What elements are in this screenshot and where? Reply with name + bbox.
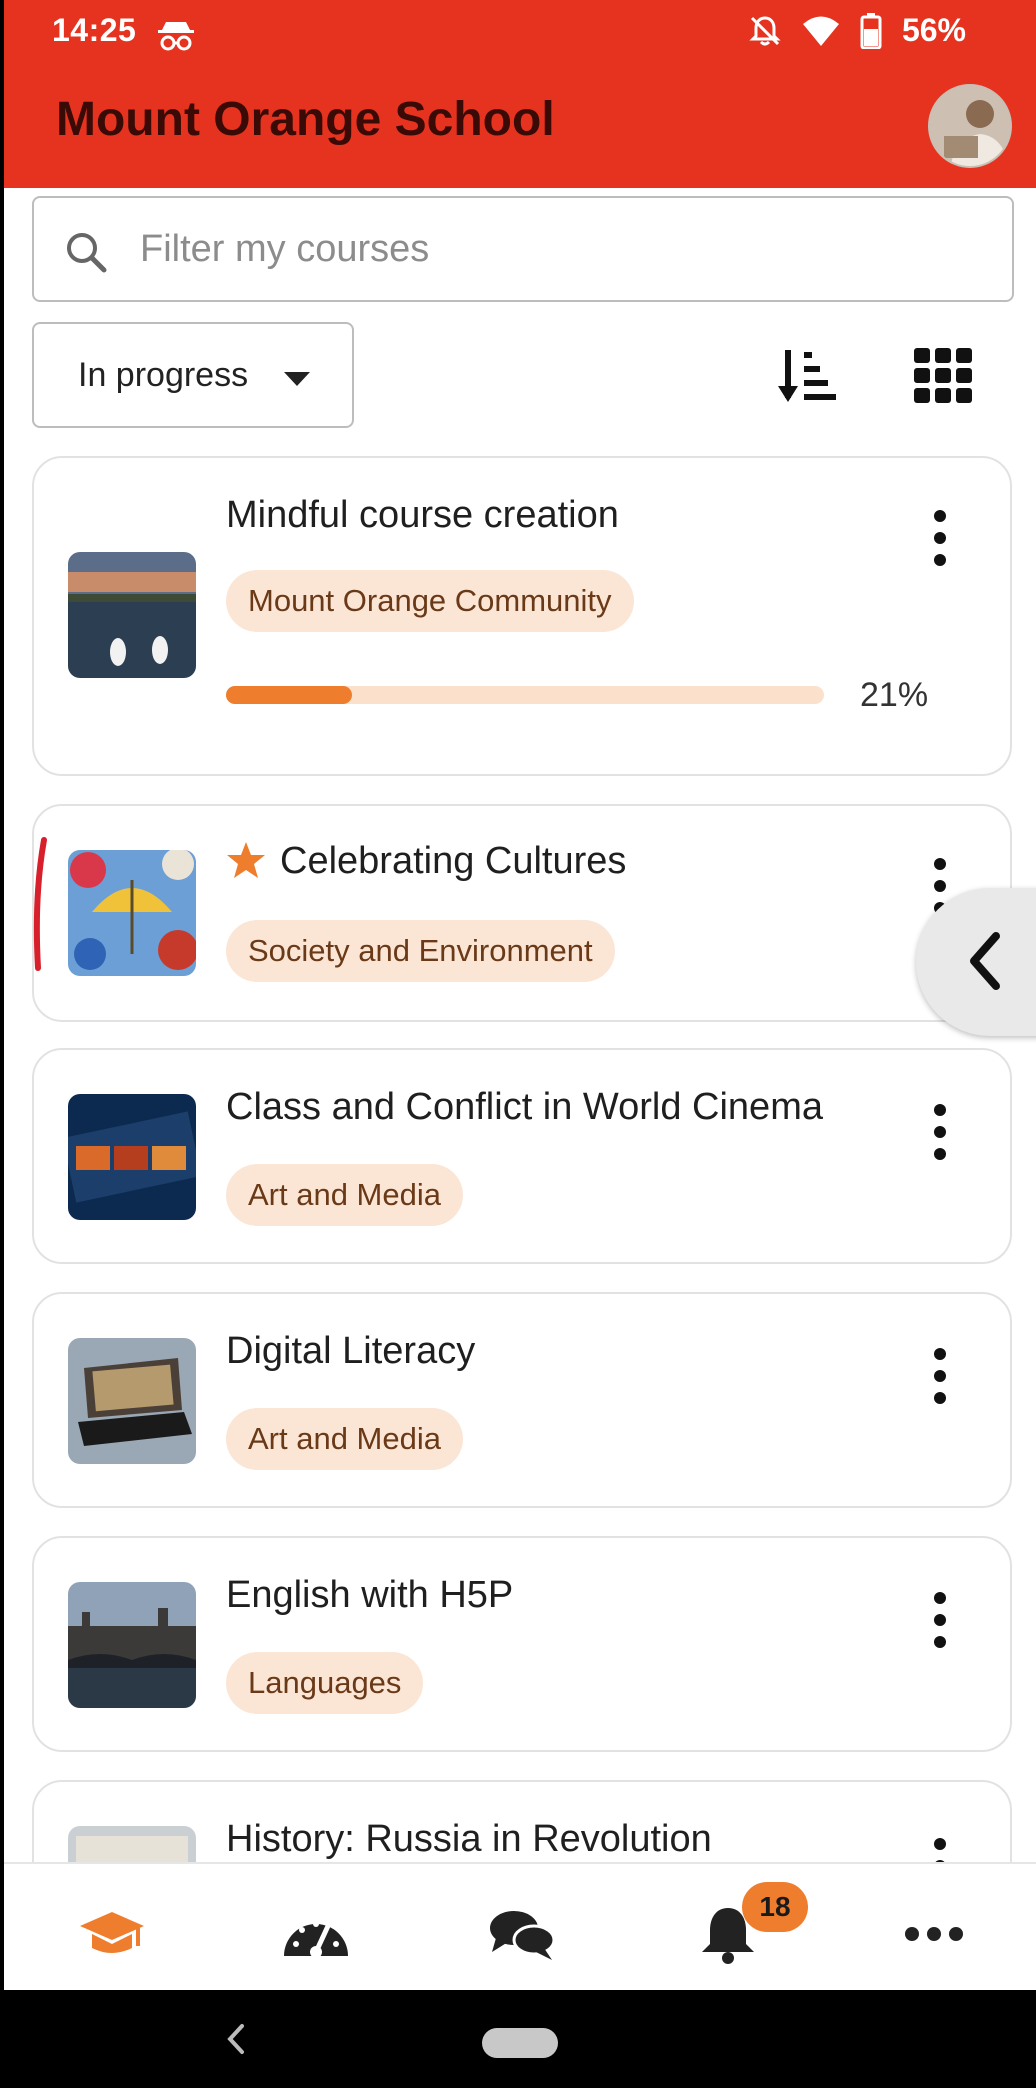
chevron-down-icon <box>284 372 310 386</box>
course-filter-select[interactable]: In progress <box>32 322 354 428</box>
course-card[interactable]: Class and Conflict in World Cinema Art a… <box>32 1048 1012 1264</box>
course-title[interactable]: History: Russia in Revolution <box>226 1818 712 1861</box>
course-image <box>68 1094 196 1220</box>
course-card[interactable]: Digital Literacy Art and Media <box>32 1292 1012 1508</box>
course-category-badge: Languages <box>226 1652 424 1714</box>
bottom-navigation: 18 <box>4 1862 1036 1990</box>
sort-icon[interactable] <box>778 344 842 408</box>
course-category-badge: Art and Media <box>226 1164 463 1226</box>
course-image <box>68 1338 196 1464</box>
app-screen: 14:25 56% Mount Orange School Filter my … <box>4 0 1036 2088</box>
battery-icon <box>860 12 882 49</box>
annotation-mark <box>33 837 47 971</box>
wifi-icon <box>802 16 839 46</box>
course-image <box>68 850 196 976</box>
system-navigation-bar <box>4 1990 1036 2088</box>
battery-level: 56% <box>901 12 966 48</box>
course-title[interactable]: English with H5P <box>226 1574 513 1617</box>
avatar[interactable] <box>928 84 1012 168</box>
course-card[interactable]: Celebrating Cultures Society and Environ… <box>32 804 1012 1022</box>
course-title[interactable]: Digital Literacy <box>226 1330 475 1373</box>
course-image <box>68 1582 196 1708</box>
more-icon[interactable] <box>898 1904 970 1964</box>
page-title: Mount Orange School <box>56 93 555 146</box>
course-category-badge: Mount Orange Community <box>226 570 634 632</box>
more-options-icon[interactable] <box>934 1104 946 1160</box>
course-category-badge: Art and Media <box>226 1408 463 1470</box>
chevron-left-icon <box>970 932 1000 990</box>
grid-view-icon[interactable] <box>914 348 974 404</box>
notifications-off-icon <box>749 15 781 45</box>
course-card[interactable]: English with H5P Languages <box>32 1536 1012 1752</box>
notifications-badge: 18 <box>742 1882 808 1932</box>
messages-icon[interactable] <box>486 1904 558 1964</box>
course-progress-fill <box>226 686 352 704</box>
search-placeholder: Filter my courses <box>140 228 430 270</box>
course-filter-value: In progress <box>78 356 249 394</box>
incognito-icon <box>158 22 194 51</box>
more-options-icon[interactable] <box>934 1348 946 1404</box>
course-progress-label: 21% <box>860 676 929 714</box>
app-header: 14:25 56% Mount Orange School <box>4 0 1036 188</box>
status-icons: 56% <box>748 12 966 49</box>
back-icon[interactable] <box>226 2022 246 2056</box>
search-icon <box>67 233 107 273</box>
more-options-icon[interactable] <box>934 510 946 566</box>
search-input[interactable]: Filter my courses <box>32 196 1014 302</box>
status-bar: 14:25 56% <box>4 0 1036 64</box>
course-progress-bar <box>226 686 824 704</box>
course-title[interactable]: Mindful course creation <box>226 494 619 537</box>
course-title[interactable]: Class and Conflict in World Cinema <box>226 1086 823 1129</box>
course-card[interactable]: Mindful course creation Mount Orange Com… <box>32 456 1012 776</box>
status-time: 14:25 <box>52 12 137 48</box>
more-options-icon[interactable] <box>934 1592 946 1648</box>
course-category-badge: Society and Environment <box>226 920 615 982</box>
dashboard-gauge-icon[interactable] <box>280 1904 352 1964</box>
home-pill[interactable] <box>482 2028 558 2058</box>
course-title[interactable]: Celebrating Cultures <box>280 840 626 883</box>
star-icon <box>227 842 265 878</box>
course-image <box>68 552 196 678</box>
graduation-cap-icon[interactable] <box>76 1904 148 1964</box>
